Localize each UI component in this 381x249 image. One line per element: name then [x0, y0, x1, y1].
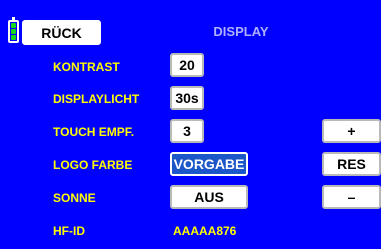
- label-displaylicht: DISPLAYLICHT: [53, 92, 140, 106]
- battery-icon: [8, 17, 19, 43]
- plus-button[interactable]: +: [322, 119, 381, 143]
- label-sonne: SONNE: [53, 191, 96, 205]
- back-button[interactable]: RÜCK: [22, 20, 101, 45]
- kontrast-value[interactable]: 20: [170, 53, 204, 77]
- label-kontrast: KONTRAST: [53, 60, 120, 74]
- displaylicht-value[interactable]: 30s: [170, 86, 204, 110]
- touch-empf-value[interactable]: 3: [170, 119, 204, 143]
- label-logo-farbe: LOGO FARBE: [53, 158, 133, 172]
- sonne-value[interactable]: AUS: [170, 185, 248, 209]
- label-touch-empf: TOUCH EMPF.: [53, 125, 135, 139]
- page-title: DISPLAY: [213, 24, 269, 39]
- reset-button[interactable]: RES: [322, 152, 381, 176]
- display-screen: RÜCK DISPLAY KONTRAST 20 DISPLAYLICHT 30…: [0, 0, 381, 249]
- minus-button[interactable]: –: [322, 185, 381, 209]
- hf-id-value: AAAAA876: [173, 224, 237, 238]
- logo-farbe-value[interactable]: VORGABE: [170, 152, 248, 176]
- label-hf-id: HF-ID: [53, 224, 85, 238]
